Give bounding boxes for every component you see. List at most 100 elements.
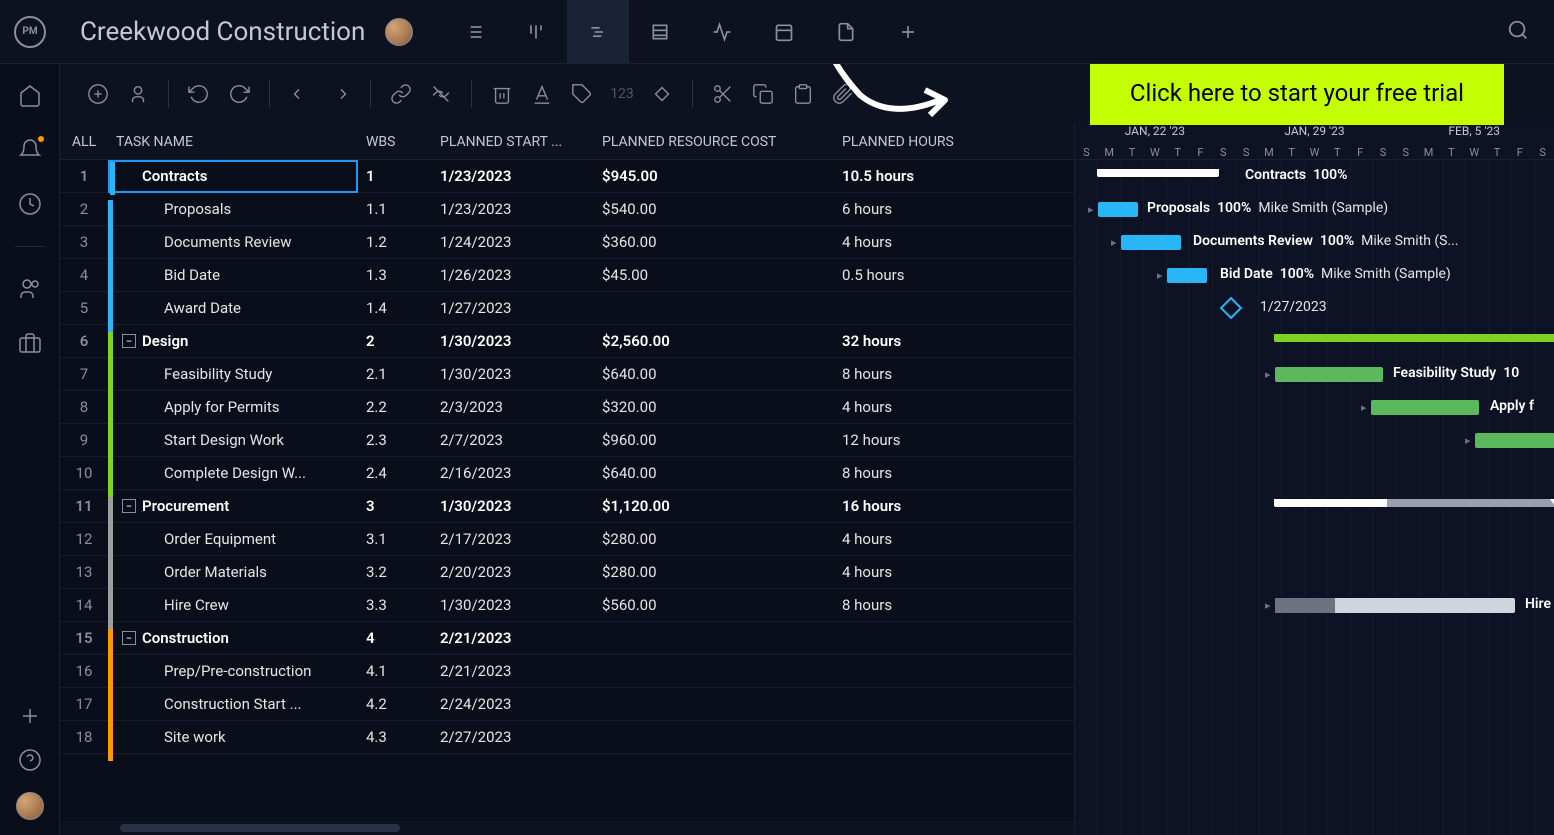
task-cell[interactable]: Bid Date: [108, 266, 358, 284]
cell-cost[interactable]: $1,120.00: [594, 497, 834, 515]
table-row[interactable]: 10Complete Design W...2.42/16/2023$640.0…: [60, 457, 1074, 490]
cell-start[interactable]: 1/30/2023: [432, 365, 594, 383]
cell-start[interactable]: 2/16/2023: [432, 464, 594, 482]
table-row[interactable]: 1Contracts11/23/2023$945.0010.5 hours: [60, 160, 1074, 193]
cell-wbs[interactable]: 1: [358, 167, 432, 185]
cell-cost[interactable]: $960.00: [594, 431, 834, 449]
task-cell[interactable]: Order Equipment: [108, 530, 358, 548]
cell-cost[interactable]: $560.00: [594, 596, 834, 614]
link-icon[interactable]: [383, 76, 419, 112]
collapse-icon[interactable]: −: [122, 499, 136, 513]
gantt-task-bar[interactable]: [1475, 433, 1554, 448]
collapse-icon[interactable]: −: [122, 334, 136, 348]
cell-start[interactable]: 1/30/2023: [432, 596, 594, 614]
cell-start[interactable]: 1/26/2023: [432, 266, 594, 284]
view-list-icon[interactable]: [443, 0, 505, 64]
task-cell[interactable]: Proposals: [108, 200, 358, 218]
col-hours[interactable]: PLANNED HOURS: [834, 134, 994, 150]
attachment-icon[interactable]: [825, 76, 861, 112]
delete-icon[interactable]: [484, 76, 520, 112]
cell-wbs[interactable]: 3.2: [358, 563, 432, 581]
task-cell[interactable]: Contracts: [108, 160, 358, 193]
table-row[interactable]: 14Hire Crew3.31/30/2023$560.008 hours: [60, 589, 1074, 622]
cell-hours[interactable]: 10.5 hours: [834, 167, 994, 185]
cell-hours[interactable]: 16 hours: [834, 497, 994, 515]
task-cell[interactable]: Hire Crew: [108, 596, 358, 614]
cell-wbs[interactable]: 2.4: [358, 464, 432, 482]
cell-wbs[interactable]: 3.1: [358, 530, 432, 548]
briefcase-icon[interactable]: [18, 331, 42, 355]
cell-start[interactable]: 2/3/2023: [432, 398, 594, 416]
user-avatar[interactable]: [16, 792, 44, 820]
cell-start[interactable]: 2/7/2023: [432, 431, 594, 449]
task-cell[interactable]: Award Date: [108, 299, 358, 317]
cell-wbs[interactable]: 1.4: [358, 299, 432, 317]
table-row[interactable]: 17Construction Start ...4.22/24/2023: [60, 688, 1074, 721]
milestone-icon[interactable]: [644, 76, 680, 112]
gantt-task-bar[interactable]: [1121, 235, 1181, 250]
number-icon[interactable]: 123: [604, 76, 640, 112]
col-wbs[interactable]: WBS: [358, 134, 432, 150]
cell-cost[interactable]: $640.00: [594, 464, 834, 482]
search-icon[interactable]: [1507, 19, 1529, 45]
gantt-summary-bar[interactable]: [1275, 334, 1554, 342]
cell-start[interactable]: 1/30/2023: [432, 497, 594, 515]
cell-hours[interactable]: 6 hours: [834, 200, 994, 218]
assign-icon[interactable]: [120, 76, 156, 112]
cell-cost[interactable]: $280.00: [594, 530, 834, 548]
undo-icon[interactable]: [181, 76, 217, 112]
recent-icon[interactable]: [18, 192, 42, 216]
cell-wbs[interactable]: 4.2: [358, 695, 432, 713]
notifications-icon[interactable]: [18, 138, 42, 162]
cell-hours[interactable]: 8 hours: [834, 596, 994, 614]
task-cell[interactable]: Site work: [108, 728, 358, 746]
gantt-summary-bar[interactable]: [1275, 499, 1554, 507]
table-row[interactable]: 6−Design21/30/2023$2,560.0032 hours: [60, 325, 1074, 358]
help-icon[interactable]: [18, 748, 42, 772]
table-row[interactable]: 16Prep/Pre-construction4.12/21/2023: [60, 655, 1074, 688]
gantt-task-bar[interactable]: [1275, 367, 1383, 382]
view-board-icon[interactable]: [505, 0, 567, 64]
cell-hours[interactable]: 0.5 hours: [834, 266, 994, 284]
cell-start[interactable]: 1/23/2023: [432, 200, 594, 218]
table-row[interactable]: 4Bid Date1.31/26/2023$45.000.5 hours: [60, 259, 1074, 292]
gantt-task-bar[interactable]: [1167, 268, 1207, 283]
cell-wbs[interactable]: 4.1: [358, 662, 432, 680]
cell-wbs[interactable]: 2.2: [358, 398, 432, 416]
cell-cost[interactable]: $540.00: [594, 200, 834, 218]
table-row[interactable]: 15−Construction42/21/2023: [60, 622, 1074, 655]
table-row[interactable]: 12Order Equipment3.12/17/2023$280.004 ho…: [60, 523, 1074, 556]
gantt-task-bar[interactable]: [1098, 202, 1138, 217]
redo-icon[interactable]: [221, 76, 257, 112]
cell-hours[interactable]: 4 hours: [834, 530, 994, 548]
col-start[interactable]: PLANNED START ...: [432, 134, 594, 150]
cell-start[interactable]: 2/24/2023: [432, 695, 594, 713]
cell-wbs[interactable]: 2: [358, 332, 432, 350]
indent-icon[interactable]: [322, 76, 358, 112]
add-task-icon[interactable]: [80, 76, 116, 112]
gantt-summary-bar[interactable]: [1098, 169, 1218, 177]
cell-cost[interactable]: $45.00: [594, 266, 834, 284]
cta-banner[interactable]: Click here to start your free trial: [1090, 64, 1504, 125]
cell-hours[interactable]: 8 hours: [834, 464, 994, 482]
view-file-icon[interactable]: [815, 0, 877, 64]
col-task[interactable]: TASK NAME: [108, 134, 358, 150]
view-add-icon[interactable]: [877, 0, 939, 64]
text-color-icon[interactable]: [524, 76, 560, 112]
cell-cost[interactable]: $640.00: [594, 365, 834, 383]
project-avatar[interactable]: [385, 18, 413, 46]
table-row[interactable]: 18Site work4.32/27/2023: [60, 721, 1074, 754]
gantt-body[interactable]: Contracts 100%▸Proposals 100% Mike Smith…: [1075, 160, 1554, 835]
cell-cost[interactable]: $945.00: [594, 167, 834, 185]
add-icon[interactable]: [18, 704, 42, 728]
view-sheet-icon[interactable]: [629, 0, 691, 64]
cell-hours[interactable]: 4 hours: [834, 233, 994, 251]
tag-icon[interactable]: [564, 76, 600, 112]
unlink-icon[interactable]: [423, 76, 459, 112]
task-cell[interactable]: Complete Design W...: [108, 464, 358, 482]
task-cell[interactable]: Feasibility Study: [108, 365, 358, 383]
paste-icon[interactable]: [785, 76, 821, 112]
gantt-task-bar[interactable]: [1371, 400, 1479, 415]
task-cell[interactable]: Start Design Work: [108, 431, 358, 449]
cell-cost[interactable]: $320.00: [594, 398, 834, 416]
